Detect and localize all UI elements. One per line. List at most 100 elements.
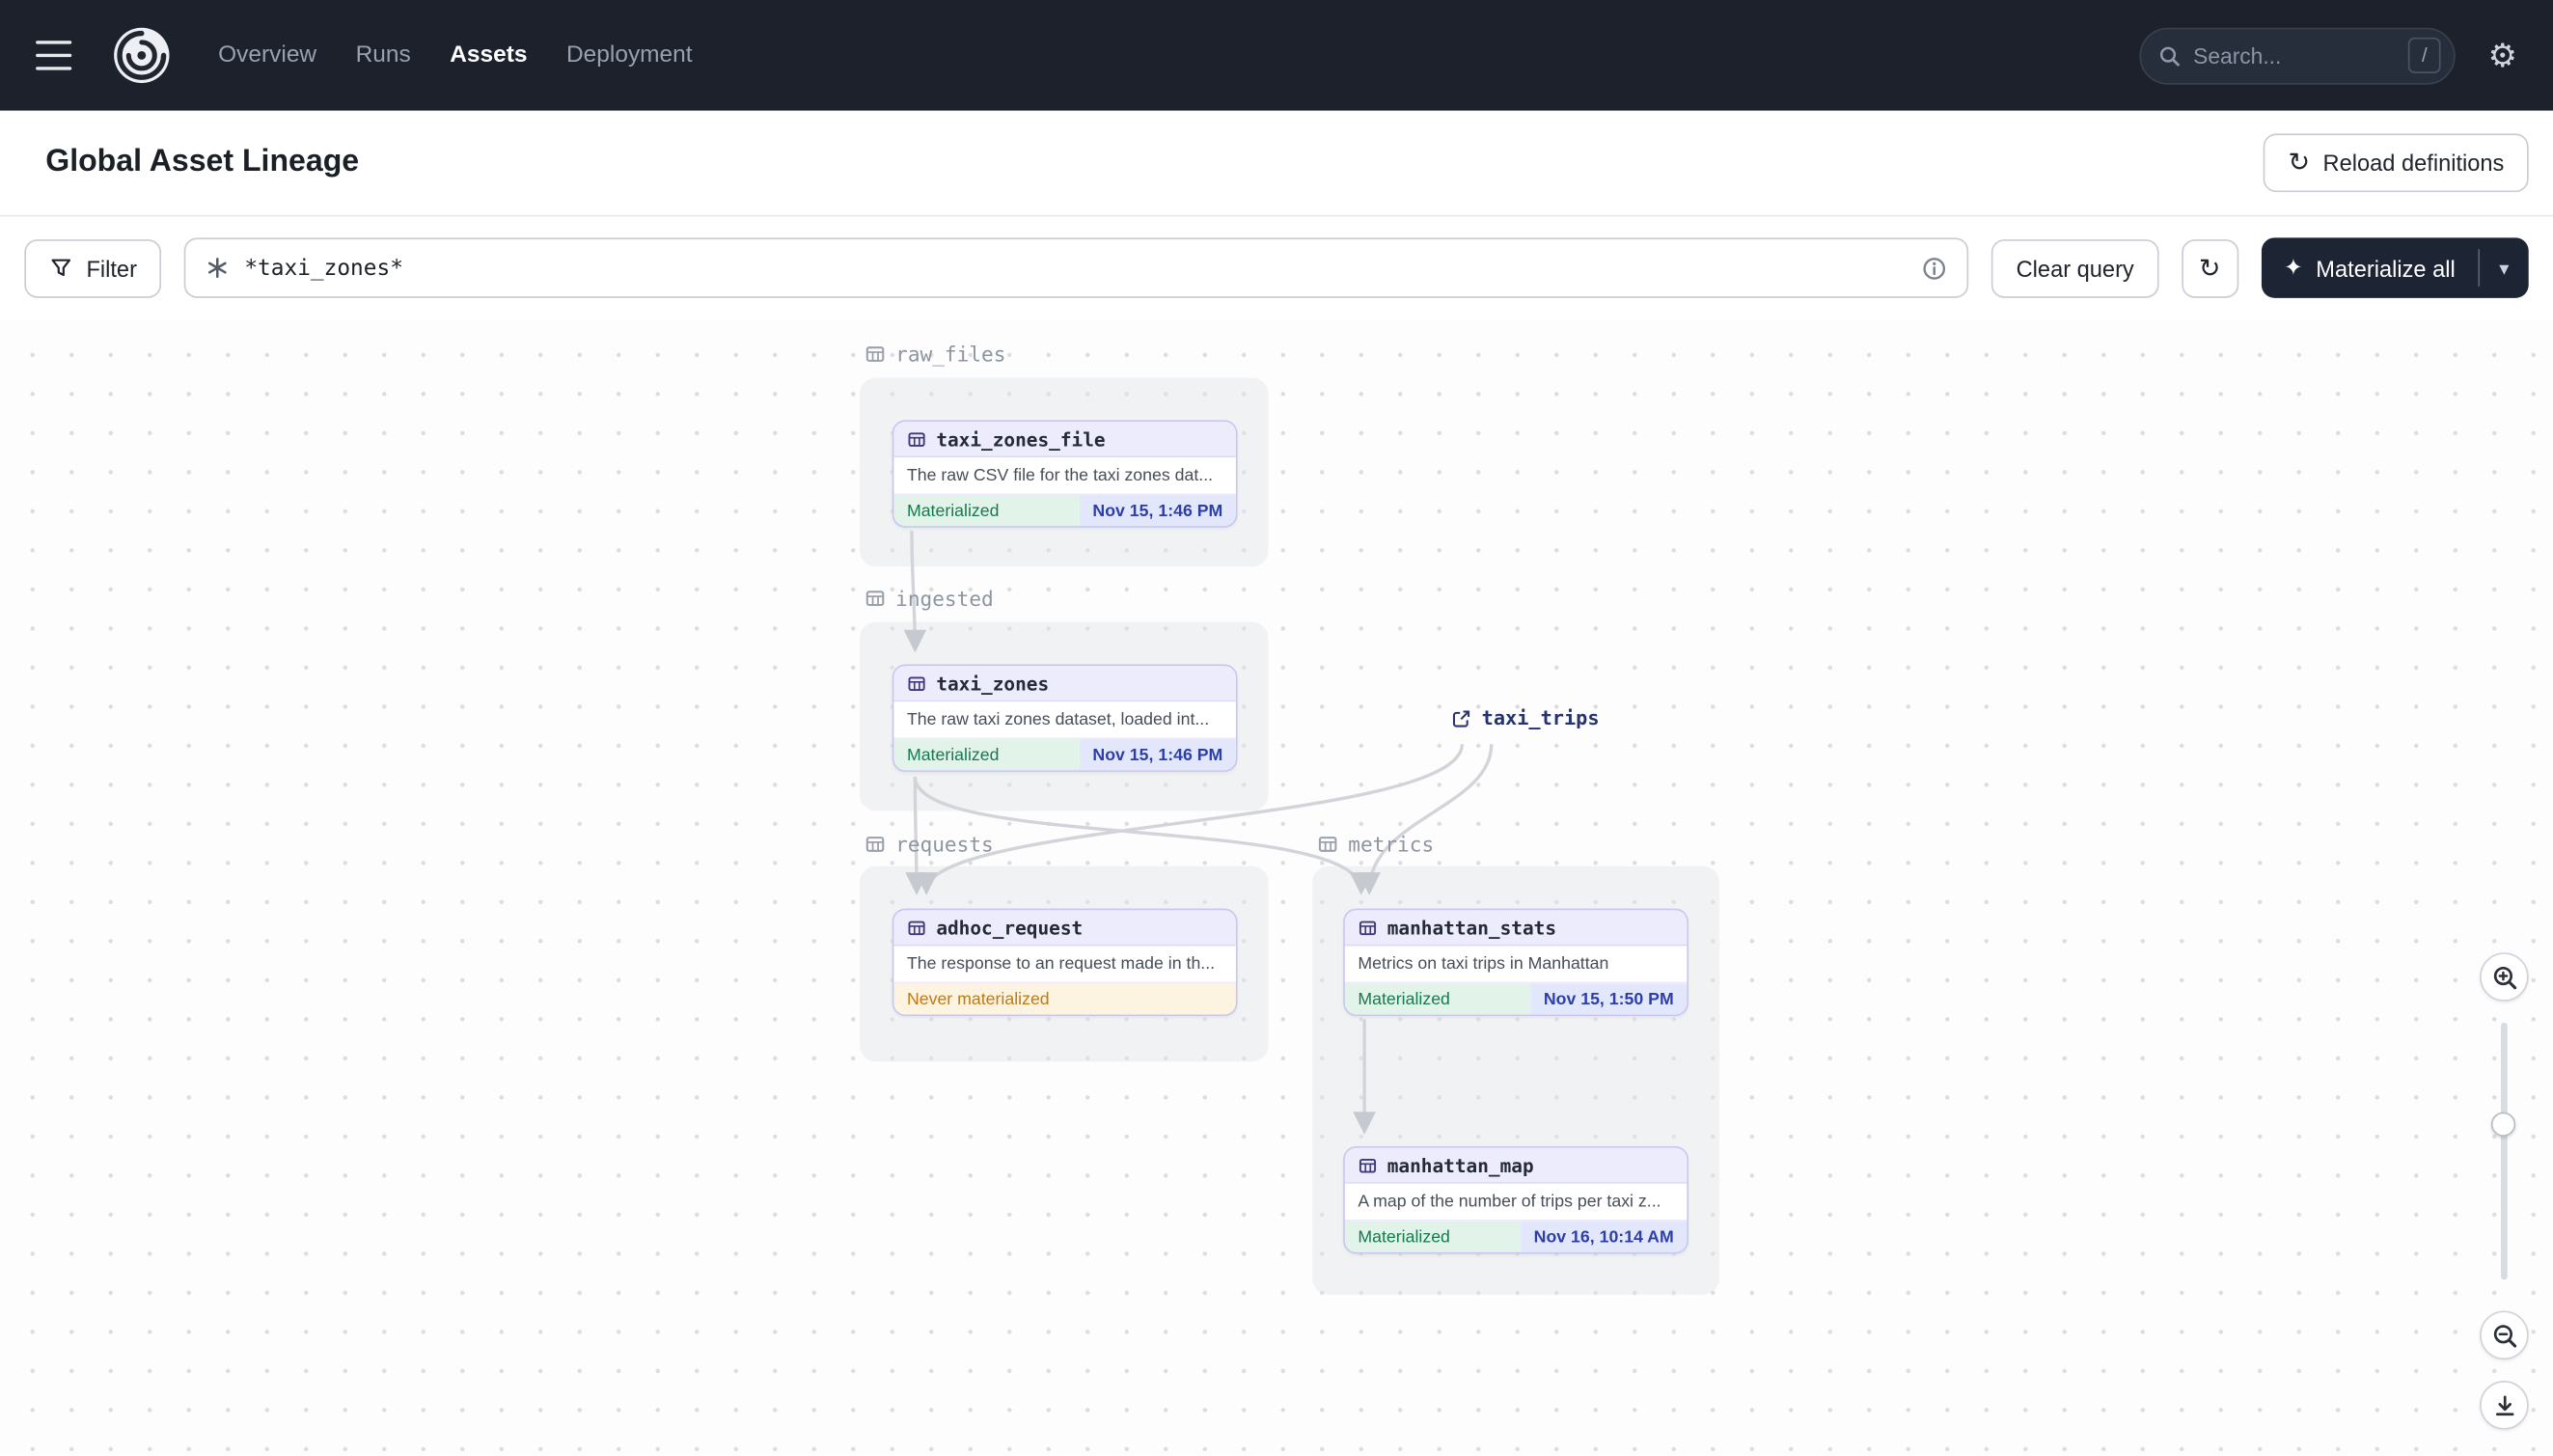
nav-runs[interactable]: Runs [356,42,411,69]
asset-node-header: manhattan_stats [1344,910,1688,947]
info-icon[interactable] [1922,255,1948,281]
zoom-in-button[interactable] [2480,952,2529,1002]
page-header: Global Asset Lineage ↻ Reload definition… [0,110,2553,217]
nav-assets[interactable]: Assets [450,42,527,69]
asset-node-manhattan-map[interactable]: manhattan_map A map of the number of tri… [1343,1146,1688,1254]
asset-description: The raw taxi zones dataset, loaded int..… [893,701,1236,738]
asset-footer: Never materialized [893,981,1236,1015]
zoom-in-icon [2490,963,2518,991]
group-label-ingested[interactable]: ingested [865,587,994,611]
search-input[interactable] [2193,42,2398,69]
asset-name: manhattan_stats [1386,916,1557,939]
asset-node-header: taxi_zones_file [893,422,1236,458]
filter-button[interactable]: Filter [24,238,162,297]
asset-node-header: adhoc_request [893,910,1236,947]
app-root: Overview Runs Assets Deployment / ⚙ Glob… [0,0,2553,1456]
asset-name: taxi_zones_file [936,426,1106,451]
group-name: ingested [895,586,994,611]
asset-footer: Materialized Nov 15, 1:50 PM [1344,981,1688,1015]
group-label-requests[interactable]: requests [865,832,994,857]
filter-label: Filter [86,255,137,282]
refresh-graph-button[interactable]: ↻ [2181,238,2238,297]
table-icon [907,673,926,693]
group-label-raw-files[interactable]: raw_files [865,342,1006,367]
asset-footer: Materialized Nov 15, 1:46 PM [893,493,1236,527]
status-badge: Materialized [893,495,1080,527]
table-icon [865,588,886,609]
group-name: metrics [1348,832,1435,857]
materialization-timestamp[interactable]: Nov 15, 1:50 PM [1530,983,1688,1015]
asset-description: The raw CSV file for the taxi zones dat.… [893,457,1236,494]
materialization-timestamp[interactable]: Nov 15, 1:46 PM [1079,739,1236,771]
navbar-right-cluster: / ⚙ [2139,26,2517,84]
materialize-all-label: Materialize all [2316,255,2456,282]
asset-name: manhattan_map [1386,1153,1534,1177]
lineage-toolbar: Filter Clear query ↻ ✦ Materialize all ▾ [0,216,2553,319]
zoom-slider-thumb[interactable] [2490,1112,2516,1137]
materialization-timestamp[interactable]: Nov 15, 1:46 PM [1079,495,1236,527]
primary-nav: Overview Runs Assets Deployment [218,42,692,69]
table-icon [1358,918,1377,937]
asset-node-taxi-zones[interactable]: taxi_zones The raw taxi zones dataset, l… [892,664,1238,772]
status-badge: Never materialized [893,983,1236,1015]
reload-definitions-label: Reload definitions [2322,150,2505,177]
status-badge: Materialized [1344,983,1531,1015]
download-icon [2490,1391,2518,1419]
page-title: Global Asset Lineage [45,145,360,179]
group-name: raw_files [895,342,1006,367]
asset-node-header: manhattan_map [1344,1147,1688,1184]
external-link-icon [1451,707,1472,728]
nav-deployment[interactable]: Deployment [566,42,693,69]
op-selector-icon [206,256,230,280]
asset-footer: Materialized Nov 15, 1:46 PM [893,737,1236,771]
external-asset-taxi-trips[interactable]: taxi_trips [1451,706,1600,729]
zoom-out-icon [2490,1321,2518,1349]
asset-selection-input[interactable] [244,255,1908,282]
materialization-timestamp[interactable]: Nov 16, 10:14 AM [1521,1221,1688,1252]
dagster-logo-icon[interactable] [111,24,173,86]
search-icon [2157,43,2182,68]
sparkle-icon: ✦ [2284,255,2303,282]
table-icon [907,918,926,937]
status-badge: Materialized [1344,1221,1522,1252]
hamburger-menu-icon[interactable] [36,38,78,73]
top-navbar: Overview Runs Assets Deployment / ⚙ [0,0,2553,111]
clear-query-label: Clear query [2016,255,2134,282]
asset-node-taxi-zones-file[interactable]: taxi_zones_file The raw CSV file for the… [892,420,1238,528]
table-icon [1358,1155,1377,1174]
zoom-out-button[interactable] [2480,1310,2529,1360]
asset-selection-input-wrapper [183,237,1969,298]
nav-overview[interactable]: Overview [218,42,316,69]
asset-footer: Materialized Nov 16, 10:14 AM [1344,1219,1688,1252]
external-asset-name: taxi_trips [1481,706,1600,729]
asset-name: adhoc_request [936,916,1084,939]
group-label-metrics[interactable]: metrics [1317,832,1435,857]
asset-name: taxi_zones [936,672,1050,695]
chevron-down-icon[interactable]: ▾ [2480,237,2529,297]
asset-node-header: taxi_zones [893,666,1236,702]
funnel-icon [49,256,73,280]
asset-node-adhoc-request[interactable]: adhoc_request The response to an request… [892,908,1238,1016]
asset-description: A map of the number of trips per taxi z.… [1344,1183,1688,1220]
asset-node-manhattan-stats[interactable]: manhattan_stats Metrics on taxi trips in… [1343,908,1688,1016]
group-name: requests [895,832,994,857]
search-shortcut-badge: / [2407,37,2441,73]
zoom-slider-track[interactable] [2501,1022,2508,1280]
asset-description: The response to an request made in th... [893,946,1236,982]
clear-query-button[interactable]: Clear query [1991,238,2159,297]
refresh-icon: ↻ [2288,146,2311,178]
download-layout-button[interactable] [2480,1381,2529,1430]
gear-icon[interactable]: ⚙ [2488,40,2517,72]
table-icon [865,834,886,855]
lineage-canvas[interactable] [0,318,2553,1456]
table-icon [1317,834,1338,855]
materialize-all-button[interactable]: ✦ Materialize all ▾ [2261,237,2529,298]
reload-definitions-button[interactable]: ↻ Reload definitions [2264,133,2529,193]
asset-description: Metrics on taxi trips in Manhattan [1344,946,1688,982]
global-search[interactable]: / [2139,26,2456,84]
table-icon [907,429,926,449]
refresh-icon: ↻ [2198,251,2221,283]
table-icon [865,343,886,365]
status-badge: Materialized [893,739,1080,771]
materialize-all-main[interactable]: ✦ Materialize all [2261,237,2478,297]
